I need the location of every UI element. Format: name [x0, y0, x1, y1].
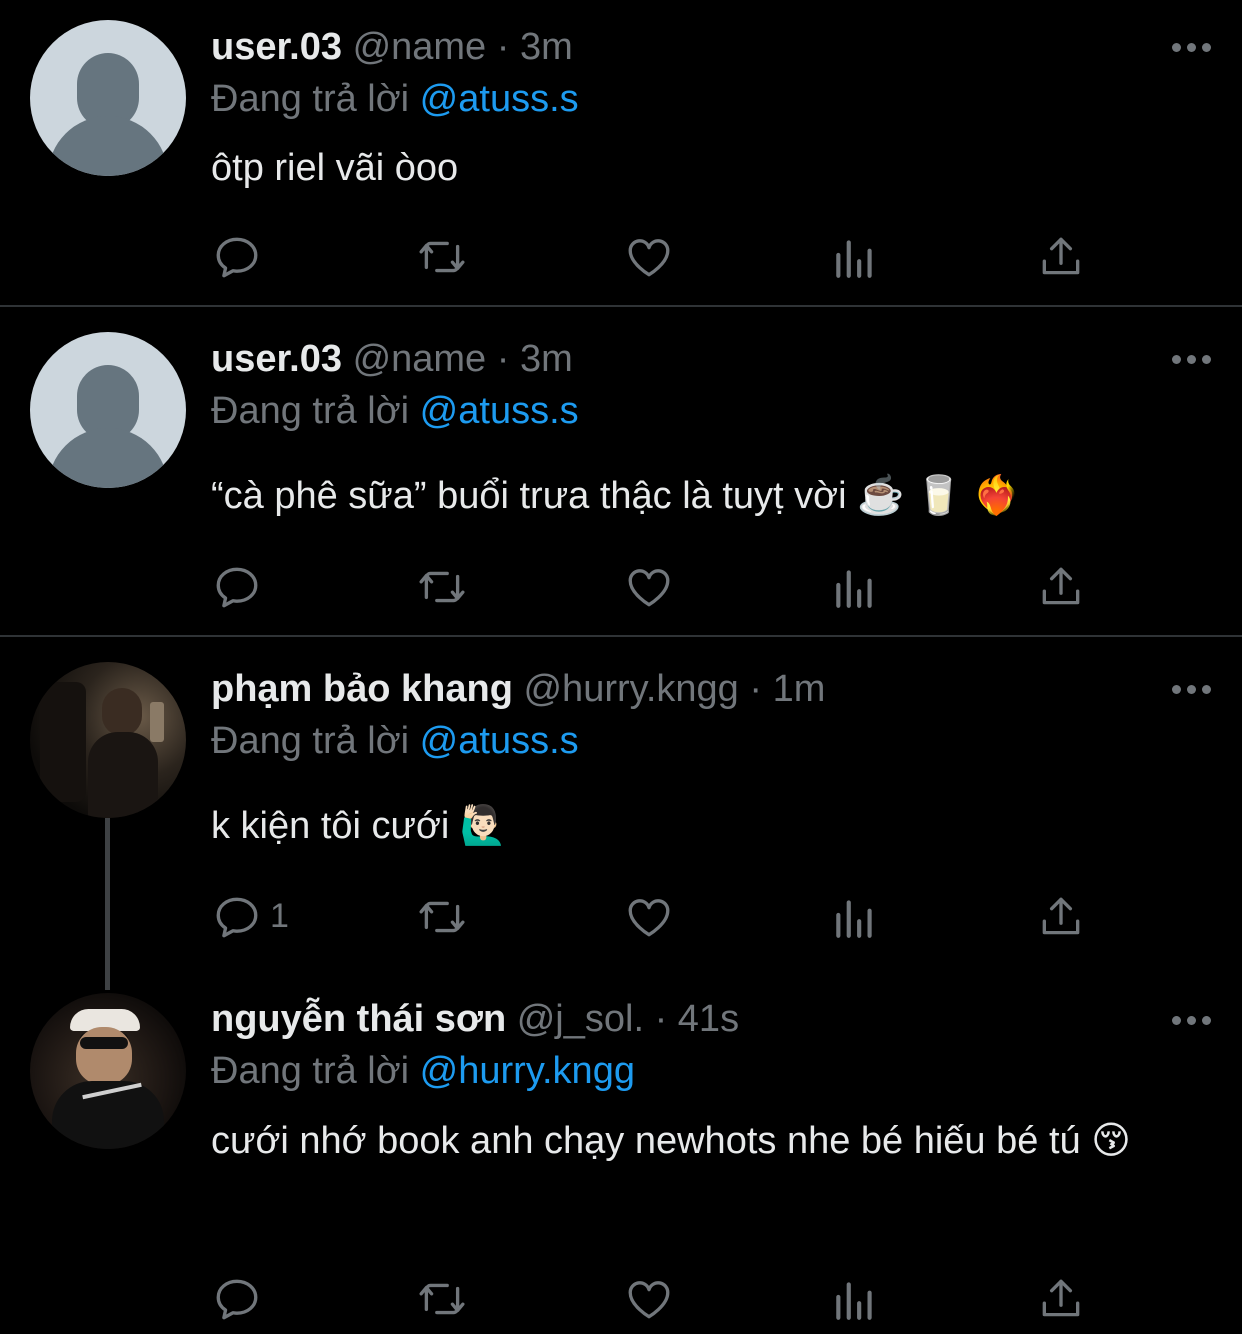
- share-button[interactable]: [1036, 892, 1086, 942]
- avatar[interactable]: [30, 332, 186, 488]
- avatar[interactable]: [30, 662, 186, 818]
- views-icon: [836, 900, 872, 938]
- tweet-header: nguyễn thái sơn @j_sol. · 41s: [211, 996, 739, 1042]
- tweet-header: user.03 @name · 3m: [211, 336, 573, 382]
- retweet-button[interactable]: [417, 1274, 467, 1324]
- retweet-icon: [419, 241, 465, 273]
- share-button[interactable]: [1036, 562, 1086, 612]
- like-button[interactable]: [624, 562, 674, 612]
- tweet-2[interactable]: user.03 @name · 3m Đang trả lời @atuss.s…: [0, 307, 1242, 635]
- user-handle[interactable]: @hurry.kngg: [523, 668, 738, 710]
- tweet-text: k kiện tôi cưới 🙋🏻‍♂️: [211, 805, 508, 847]
- reply-context: Đang trả lời @atuss.s: [211, 718, 579, 764]
- avatar[interactable]: [30, 993, 186, 1149]
- reply-button[interactable]: 1: [212, 892, 289, 942]
- tweet-1[interactable]: user.03 @name · 3m Đang trả lời @atuss.s…: [0, 0, 1242, 305]
- share-button[interactable]: [1036, 1274, 1086, 1324]
- tweet-header: phạm bảo khang @hurry.kngg · 1m: [211, 666, 825, 712]
- views-button[interactable]: [830, 232, 880, 282]
- separator-dot: ·: [496, 26, 510, 68]
- tweet-4[interactable]: nguyễn thái sơn @j_sol. · 41s Đang trả l…: [0, 967, 1242, 1333]
- timestamp[interactable]: 1m: [773, 668, 826, 710]
- user-handle[interactable]: @name: [353, 26, 487, 68]
- reply-prefix: Đang trả lời: [211, 720, 410, 762]
- action-bar: [0, 1274, 1242, 1334]
- like-button[interactable]: [624, 232, 674, 282]
- heart-icon: [628, 899, 670, 937]
- views-button[interactable]: [830, 562, 880, 612]
- reply-icon: [216, 237, 258, 278]
- reply-button[interactable]: [212, 1274, 262, 1324]
- retweet-button[interactable]: [417, 562, 467, 612]
- timestamp[interactable]: 3m: [520, 338, 573, 380]
- retweet-icon: [419, 571, 465, 603]
- user-handle[interactable]: @name: [353, 338, 487, 380]
- views-icon: [836, 1282, 872, 1320]
- share-icon: [1042, 897, 1080, 935]
- timestamp[interactable]: 3m: [520, 26, 573, 68]
- like-button[interactable]: [624, 892, 674, 942]
- retweet-icon: [419, 901, 465, 933]
- action-bar: [0, 232, 1242, 292]
- retweet-button[interactable]: [417, 232, 467, 282]
- reply-context: Đang trả lời @atuss.s: [211, 388, 579, 434]
- reply-icon: [216, 1279, 258, 1320]
- display-name[interactable]: phạm bảo khang: [211, 668, 513, 710]
- share-icon: [1042, 237, 1080, 275]
- more-icon[interactable]: [1172, 41, 1212, 53]
- tweet-text: “cà phê sữa” buổi trưa thậc là tuyṭ vời …: [211, 475, 1021, 517]
- heart-icon: [628, 1281, 670, 1319]
- display-name[interactable]: user.03: [211, 338, 342, 380]
- avatar[interactable]: [30, 20, 186, 176]
- display-name[interactable]: nguyễn thái sơn: [211, 998, 506, 1040]
- action-bar: [0, 562, 1242, 622]
- reply-count: 1: [270, 897, 289, 935]
- views-button[interactable]: [830, 1274, 880, 1324]
- timestamp[interactable]: 41s: [678, 998, 739, 1040]
- reply-context: Đang trả lời @atuss.s: [211, 76, 579, 122]
- tweet-3[interactable]: phạm bảo khang @hurry.kngg · 1m Đang trả…: [0, 637, 1242, 967]
- reply-prefix: Đang trả lời: [211, 78, 410, 120]
- heart-icon: [628, 569, 670, 607]
- share-button[interactable]: [1036, 232, 1086, 282]
- separator-dot: ·: [496, 338, 510, 380]
- share-icon: [1042, 1279, 1080, 1317]
- reply-mention[interactable]: @atuss.s: [420, 78, 579, 120]
- reply-context: Đang trả lời @hurry.kngg: [211, 1048, 635, 1094]
- tweet-text: cưới nhớ book anh chạy newhots nhe bé hi…: [211, 1120, 1131, 1162]
- display-name[interactable]: user.03: [211, 26, 342, 68]
- reply-mention[interactable]: @atuss.s: [420, 720, 579, 762]
- reply-button[interactable]: [212, 232, 262, 282]
- views-icon: [836, 570, 872, 608]
- like-button[interactable]: [624, 1274, 674, 1324]
- reply-mention[interactable]: @hurry.kngg: [420, 1050, 635, 1092]
- retweet-button[interactable]: [417, 892, 467, 942]
- action-bar: 1: [0, 892, 1242, 952]
- tweet-text: ôtp riel vãi òoo: [211, 147, 459, 189]
- retweet-icon: [419, 1283, 465, 1315]
- separator-dot: ·: [654, 998, 668, 1040]
- reply-icon: [216, 897, 258, 938]
- reply-prefix: Đang trả lời: [211, 390, 410, 432]
- more-icon[interactable]: [1172, 683, 1212, 695]
- share-icon: [1042, 567, 1080, 605]
- reply-prefix: Đang trả lời: [211, 1050, 410, 1092]
- user-handle[interactable]: @j_sol.: [517, 998, 644, 1040]
- reply-icon: [216, 567, 258, 608]
- heart-icon: [628, 239, 670, 277]
- views-icon: [836, 240, 872, 278]
- reply-mention[interactable]: @atuss.s: [420, 390, 579, 432]
- separator-dot: ·: [749, 668, 762, 710]
- more-icon[interactable]: [1172, 1014, 1212, 1026]
- reply-button[interactable]: [212, 562, 262, 612]
- views-button[interactable]: [830, 892, 880, 942]
- tweet-header: user.03 @name · 3m: [211, 24, 573, 70]
- more-icon[interactable]: [1172, 353, 1212, 365]
